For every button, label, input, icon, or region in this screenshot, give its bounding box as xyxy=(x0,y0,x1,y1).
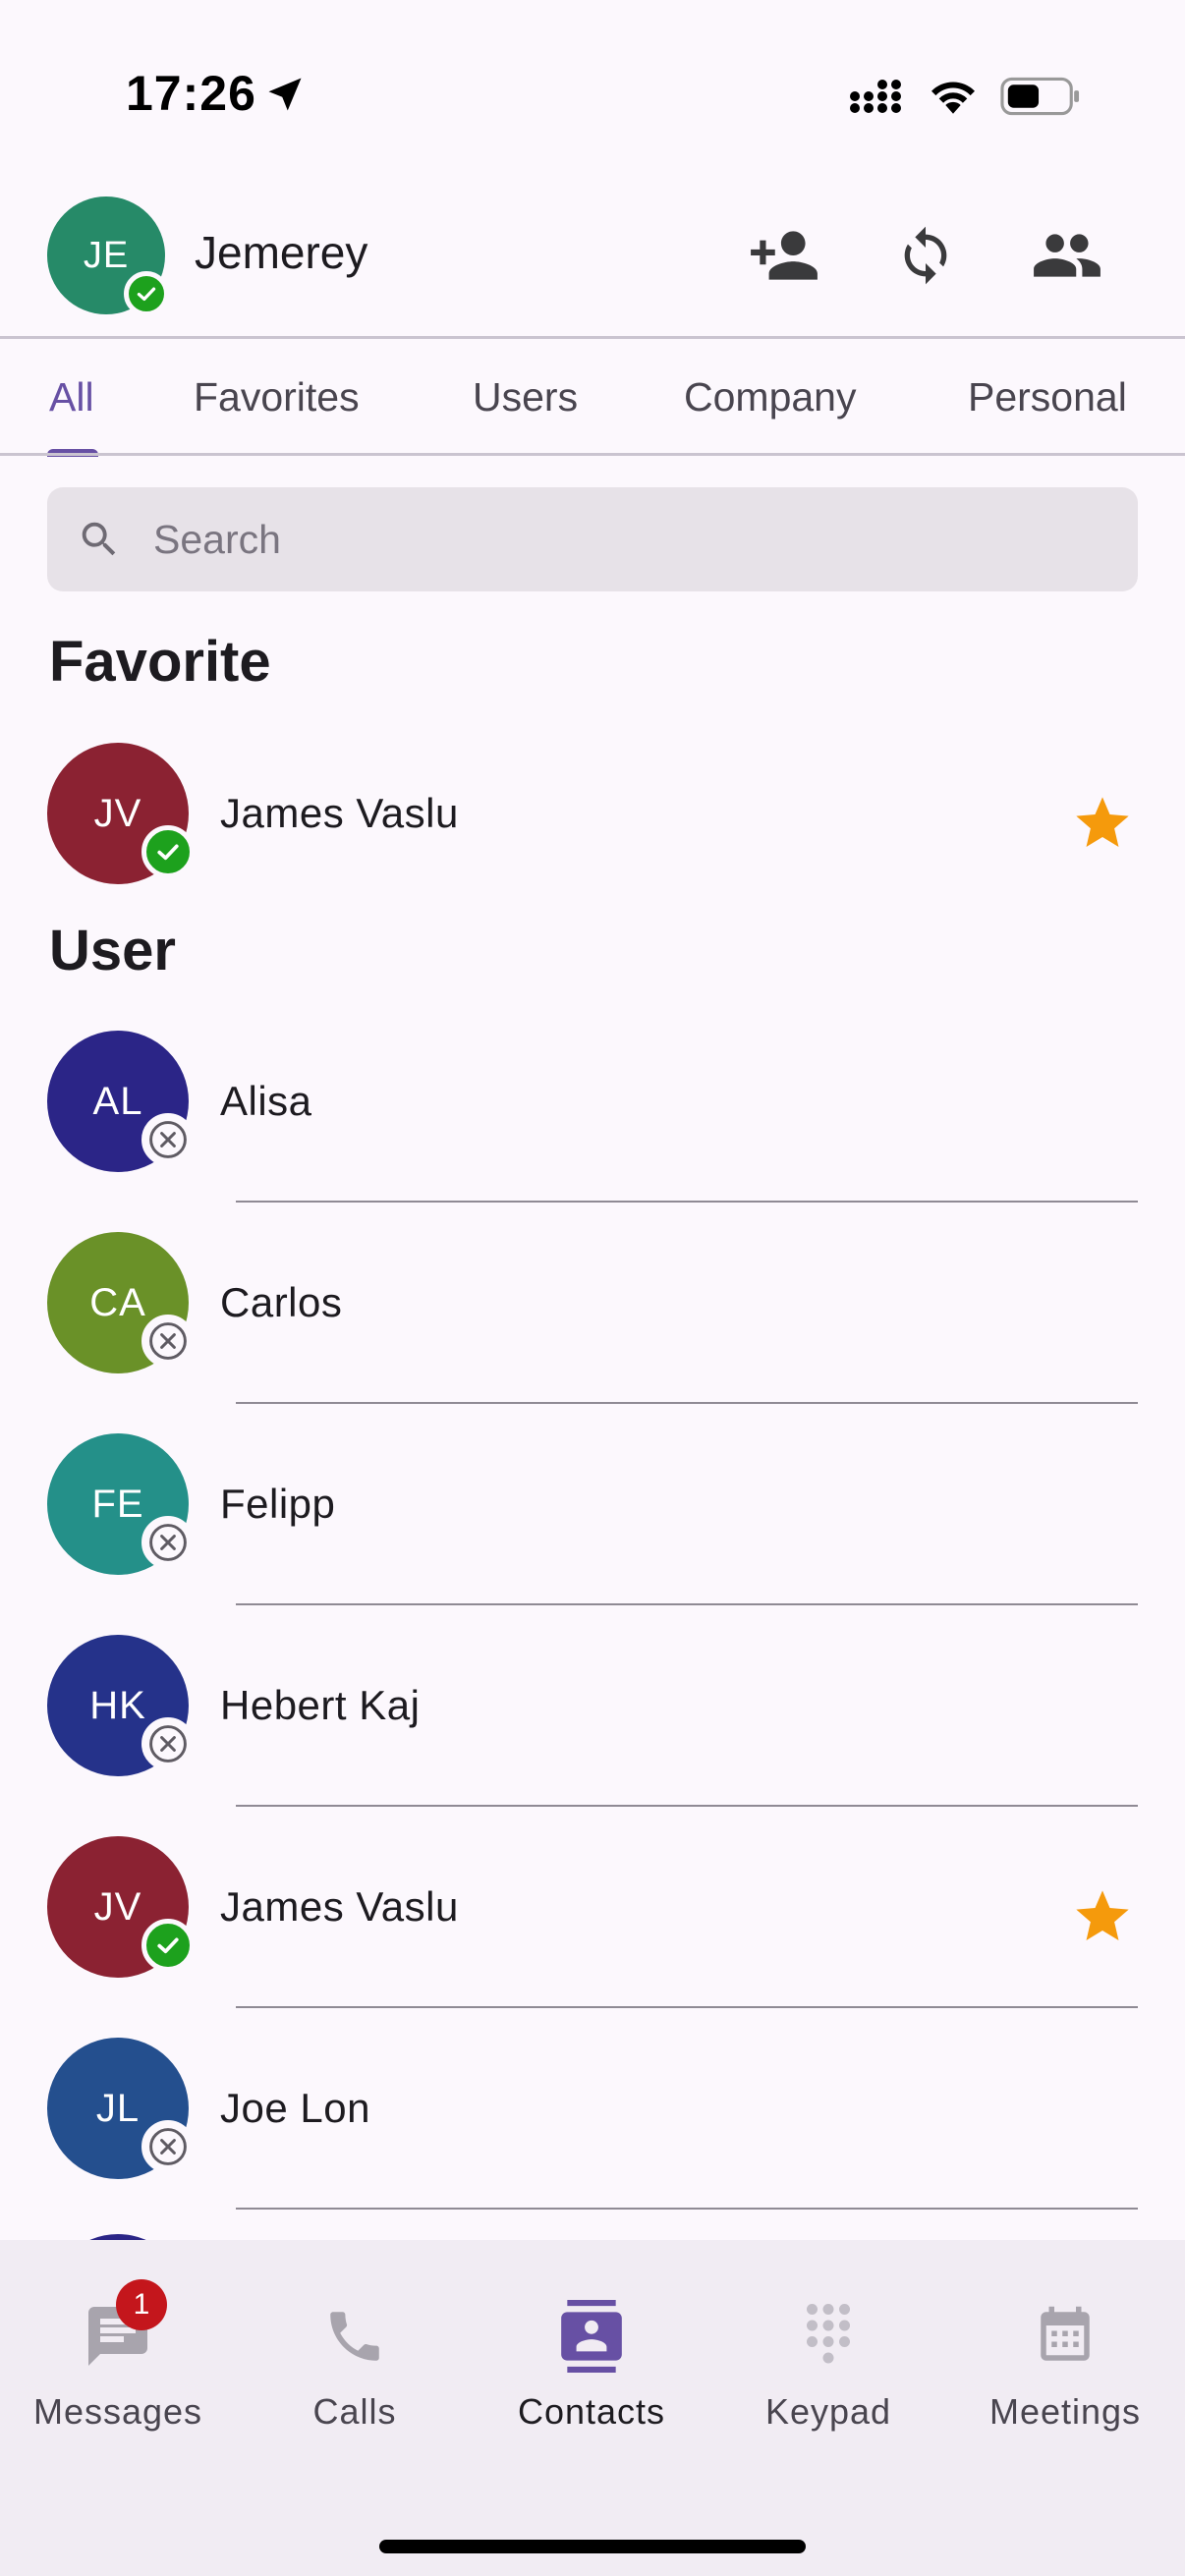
filter-tabs: All Favorites Users Company Personal xyxy=(0,339,1185,457)
contact-name: James Vaslu xyxy=(220,1883,459,1930)
contact-initials: HK xyxy=(89,1683,146,1727)
unread-badge: 1 xyxy=(116,2279,167,2330)
tab-company[interactable]: Company xyxy=(684,374,856,420)
battery-icon xyxy=(1000,77,1080,116)
tab-users[interactable]: Users xyxy=(473,374,578,420)
contact-row[interactable]: HK Hebert Kaj xyxy=(0,1605,1185,1807)
contact-name: Alisa xyxy=(220,1078,312,1124)
sync-icon xyxy=(904,226,947,285)
contact-row[interactable]: AL Alisa xyxy=(0,1001,1185,1203)
contact-name: Hebert Kaj xyxy=(220,1682,421,1728)
location-arrow-icon xyxy=(268,78,302,111)
nav-contacts[interactable]: Contacts xyxy=(474,2240,709,2436)
user-name: Jemerey xyxy=(195,227,368,278)
tab-all[interactable]: All xyxy=(49,374,94,420)
contact-initials: FE xyxy=(91,1482,144,1526)
keypad-icon xyxy=(789,2297,868,2376)
nav-label: Keypad xyxy=(764,2391,892,2432)
presence-online-icon xyxy=(141,825,195,878)
contact-row[interactable]: JV James Vaslu xyxy=(0,713,1185,915)
sync-button[interactable] xyxy=(886,216,965,295)
presence-offline-icon xyxy=(141,1516,195,1569)
contact-initials: AL xyxy=(92,1079,143,1123)
add-contact-button[interactable] xyxy=(745,216,823,295)
contacts-icon xyxy=(552,2297,631,2376)
tab-favorites[interactable]: Favorites xyxy=(194,374,360,420)
tab-personal[interactable]: Personal xyxy=(968,374,1127,420)
nav-label: Meetings xyxy=(988,2391,1142,2432)
calendar-icon xyxy=(1026,2297,1104,2376)
presence-offline-icon xyxy=(141,1113,195,1166)
nav-messages[interactable]: 1 Messages xyxy=(0,2240,236,2436)
app-header: JE Jemerey xyxy=(0,187,1185,336)
contact-row[interactable]: CA Carlos xyxy=(0,1203,1185,1404)
contact-name: Joe Lon xyxy=(220,2085,370,2131)
search-icon xyxy=(82,522,116,556)
nav-label: Calls xyxy=(312,2391,397,2432)
contact-name: Carlos xyxy=(220,1279,343,1325)
nav-keypad[interactable]: Keypad xyxy=(710,2240,946,2436)
nav-calls[interactable]: Calls xyxy=(237,2240,473,2436)
status-time: 17:26 xyxy=(126,66,256,121)
people-icon xyxy=(1034,234,1100,277)
search-input[interactable] xyxy=(153,487,1116,591)
contact-name: Felipp xyxy=(220,1481,336,1527)
nav-label: Messages xyxy=(32,2391,203,2432)
row-divider xyxy=(236,2208,1138,2210)
contact-initials: CA xyxy=(89,1280,146,1324)
contact-row[interactable]: JL Joe Lon xyxy=(0,2008,1185,2210)
nav-label: Contacts xyxy=(517,2391,666,2432)
presence-online-icon xyxy=(124,271,169,316)
contact-name: James Vaslu xyxy=(220,790,459,836)
presence-offline-icon xyxy=(141,2120,195,2173)
home-indicator[interactable] xyxy=(379,2540,806,2553)
person-add-icon xyxy=(751,231,818,280)
contact-initials: JV xyxy=(93,791,142,835)
phone-icon xyxy=(315,2297,394,2376)
search-bar[interactable] xyxy=(47,487,1138,591)
wifi-icon xyxy=(931,82,975,114)
presence-offline-icon xyxy=(141,1717,195,1770)
cellular-signal-icon xyxy=(850,80,901,113)
presence-offline-icon xyxy=(141,1315,195,1368)
star-icon[interactable] xyxy=(1071,1885,1134,1948)
section-title-favorite: Favorite xyxy=(49,630,271,694)
groups-button[interactable] xyxy=(1028,216,1106,295)
status-bar: 17:26 xyxy=(0,0,1185,187)
nav-meetings[interactable]: Meetings xyxy=(947,2240,1183,2436)
bottom-navigation: 1 Messages Calls Contacts Keypad Meeting… xyxy=(0,2240,1185,2576)
contact-row[interactable]: FE Felipp xyxy=(0,1404,1185,1605)
star-icon[interactable] xyxy=(1071,792,1134,855)
contact-initials: JL xyxy=(95,2086,141,2130)
contact-initials: JV xyxy=(93,1884,142,1929)
contact-row[interactable]: JV James Vaslu xyxy=(0,1807,1185,2008)
section-title-user: User xyxy=(49,919,176,982)
tabs-divider xyxy=(0,453,1185,456)
user-initials: JE xyxy=(83,234,130,276)
presence-online-icon xyxy=(141,1919,195,1972)
